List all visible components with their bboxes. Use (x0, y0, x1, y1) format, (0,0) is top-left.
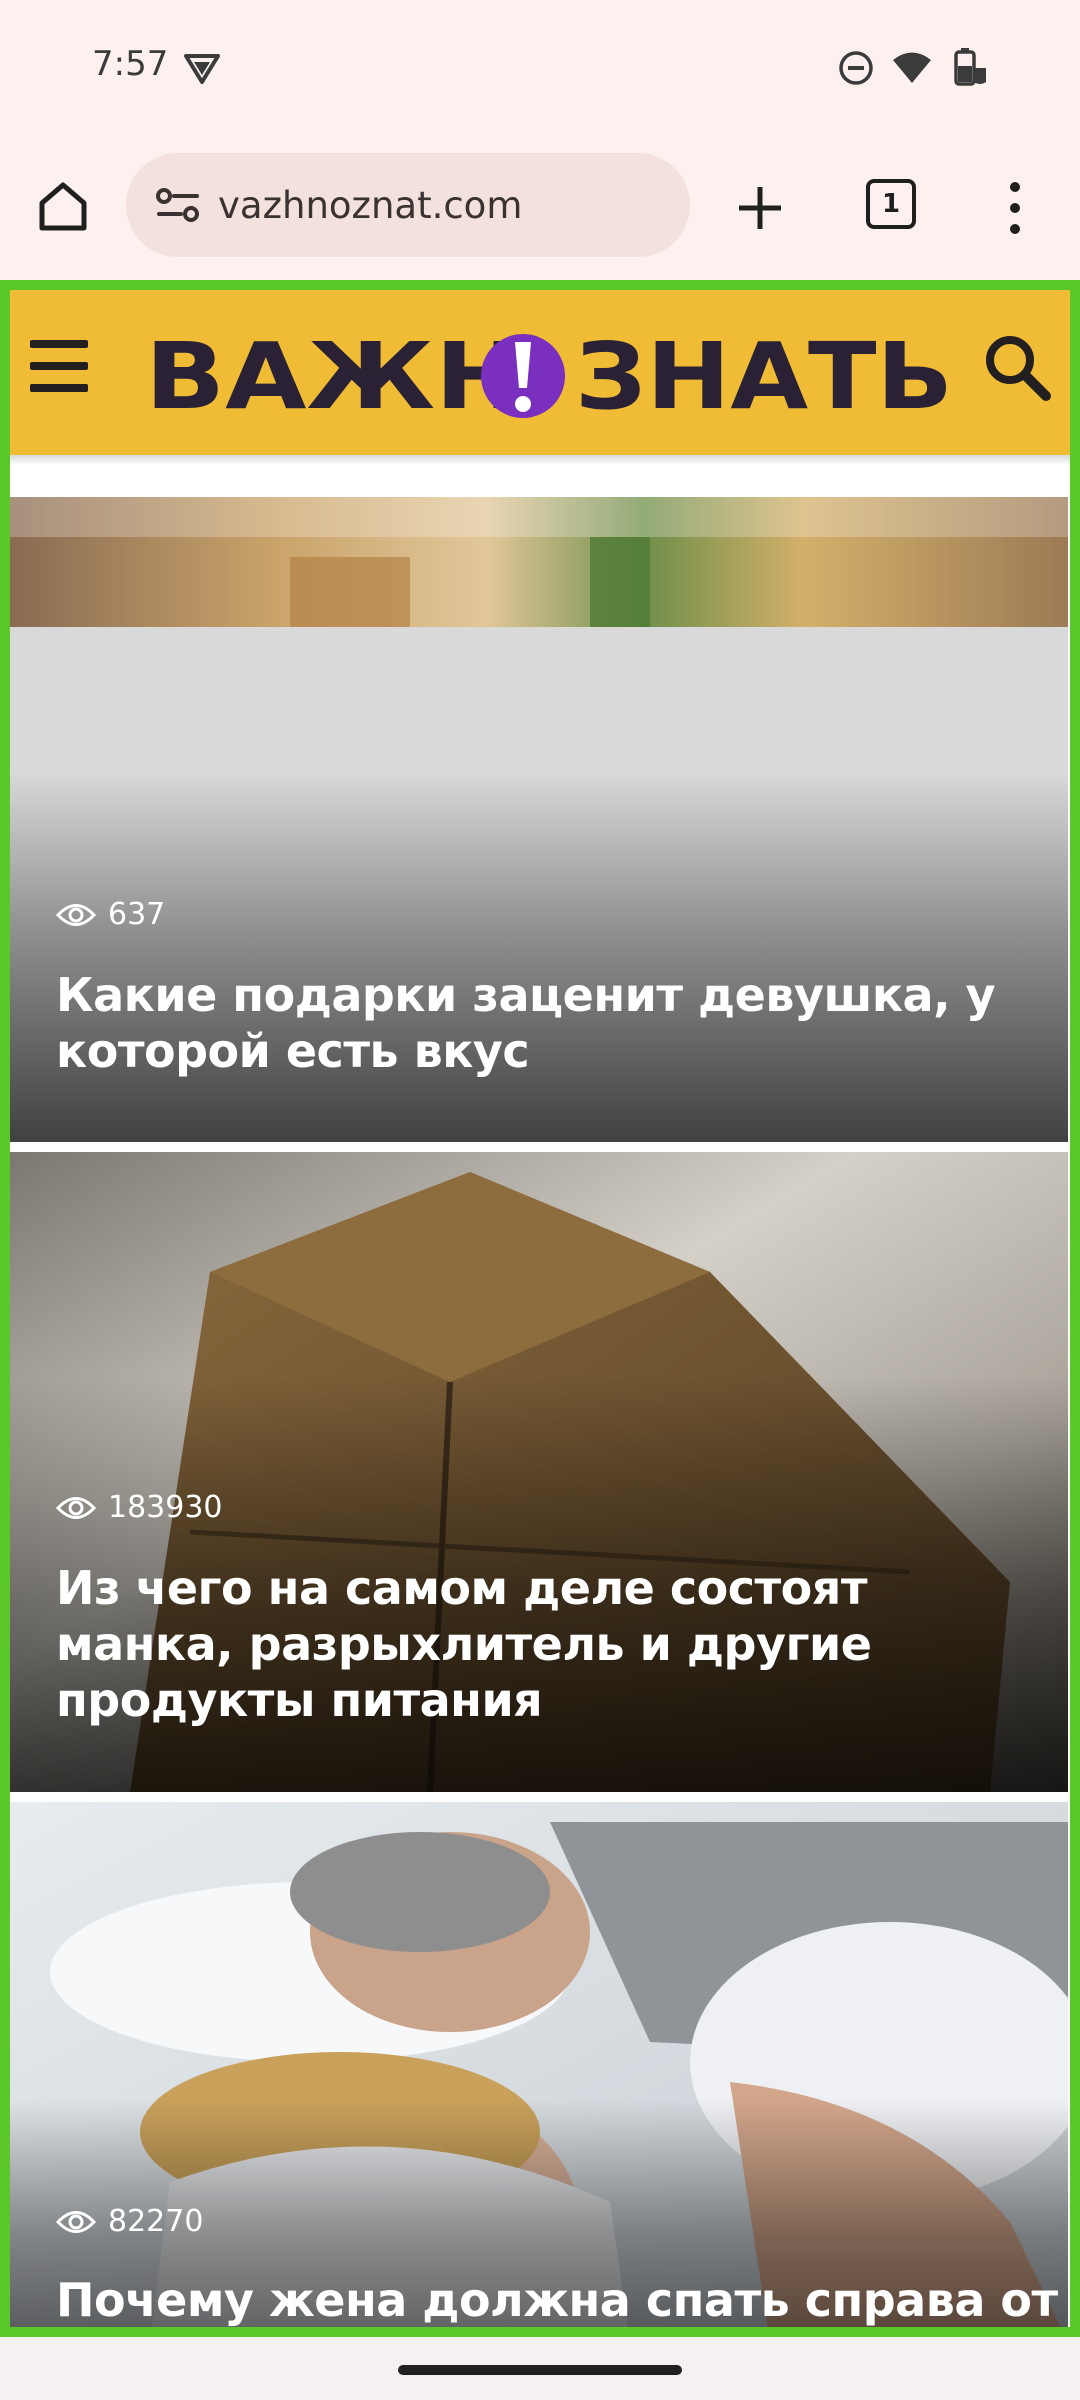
svg-text:ВАЖН: ВАЖН (145, 323, 523, 430)
view-count-value: 82270 (108, 2204, 204, 2239)
status-time: 7:57 (92, 44, 169, 84)
menu-dot (1010, 182, 1020, 192)
home-icon (39, 182, 87, 231)
do-not-disturb-icon (839, 51, 873, 85)
article-card[interactable]: 183930 Из чего на самом деле состоят ман… (10, 1152, 1068, 1792)
eye-icon (56, 2210, 96, 2233)
view-count: 183930 (56, 1490, 223, 1525)
vpn-shield-icon (184, 54, 220, 84)
svg-text:ЗНАТЬ: ЗНАТЬ (575, 323, 953, 430)
address-bar[interactable]: vazhnoznat.com (126, 153, 690, 257)
site-settings-icon[interactable] (146, 173, 210, 237)
url-text[interactable]: vazhnoznat.com (218, 184, 522, 227)
article-title[interactable]: Почему жена должна спать справа от (56, 2272, 1058, 2328)
gesture-handle[interactable] (398, 2365, 682, 2375)
header-divider (10, 455, 1070, 465)
view-count-value: 637 (108, 897, 166, 932)
menu-dot (1010, 224, 1020, 234)
status-bar: 7:57 (0, 0, 1080, 135)
article-image (10, 497, 1068, 627)
article-card[interactable]: 637 Какие подарки заценит девушка, у кот… (10, 497, 1068, 1142)
article-card[interactable]: 82270 Почему жена должна спать справа от (10, 1802, 1068, 2337)
eye-icon (56, 903, 96, 926)
view-count: 637 (56, 897, 165, 932)
battery-icon (954, 48, 986, 86)
view-count-value: 183930 (108, 1490, 223, 1525)
web-content: ВАЖН ЗНАТЬ 637 Какие подарки заценит дев… (0, 280, 1080, 2337)
eye-icon (56, 1496, 96, 1519)
image-gradient (10, 1802, 1068, 2337)
more-options-button[interactable] (990, 170, 1040, 246)
new-tab-button[interactable] (722, 170, 798, 246)
site-logo[interactable]: ВАЖН ЗНАТЬ (145, 312, 955, 432)
browser-toolbar: vazhnoznat.com 1 (0, 135, 1080, 280)
wifi-icon (893, 52, 931, 83)
system-nav-bar (0, 2337, 1080, 2400)
plus-icon (739, 187, 781, 229)
home-button[interactable] (28, 170, 98, 240)
menu-dot (1010, 203, 1020, 213)
tab-switcher-button[interactable]: 1 (860, 173, 922, 235)
search-icon[interactable] (980, 330, 1056, 406)
site-header: ВАЖН ЗНАТЬ (10, 290, 1070, 455)
hamburger-menu-icon[interactable] (30, 340, 88, 392)
article-title[interactable]: Из чего на самом деле состоят манка, раз… (56, 1560, 1046, 1728)
tab-count: 1 (866, 179, 916, 229)
view-count: 82270 (56, 2204, 203, 2239)
article-title[interactable]: Какие подарки заценит девушка, у которой… (56, 967, 1046, 1079)
